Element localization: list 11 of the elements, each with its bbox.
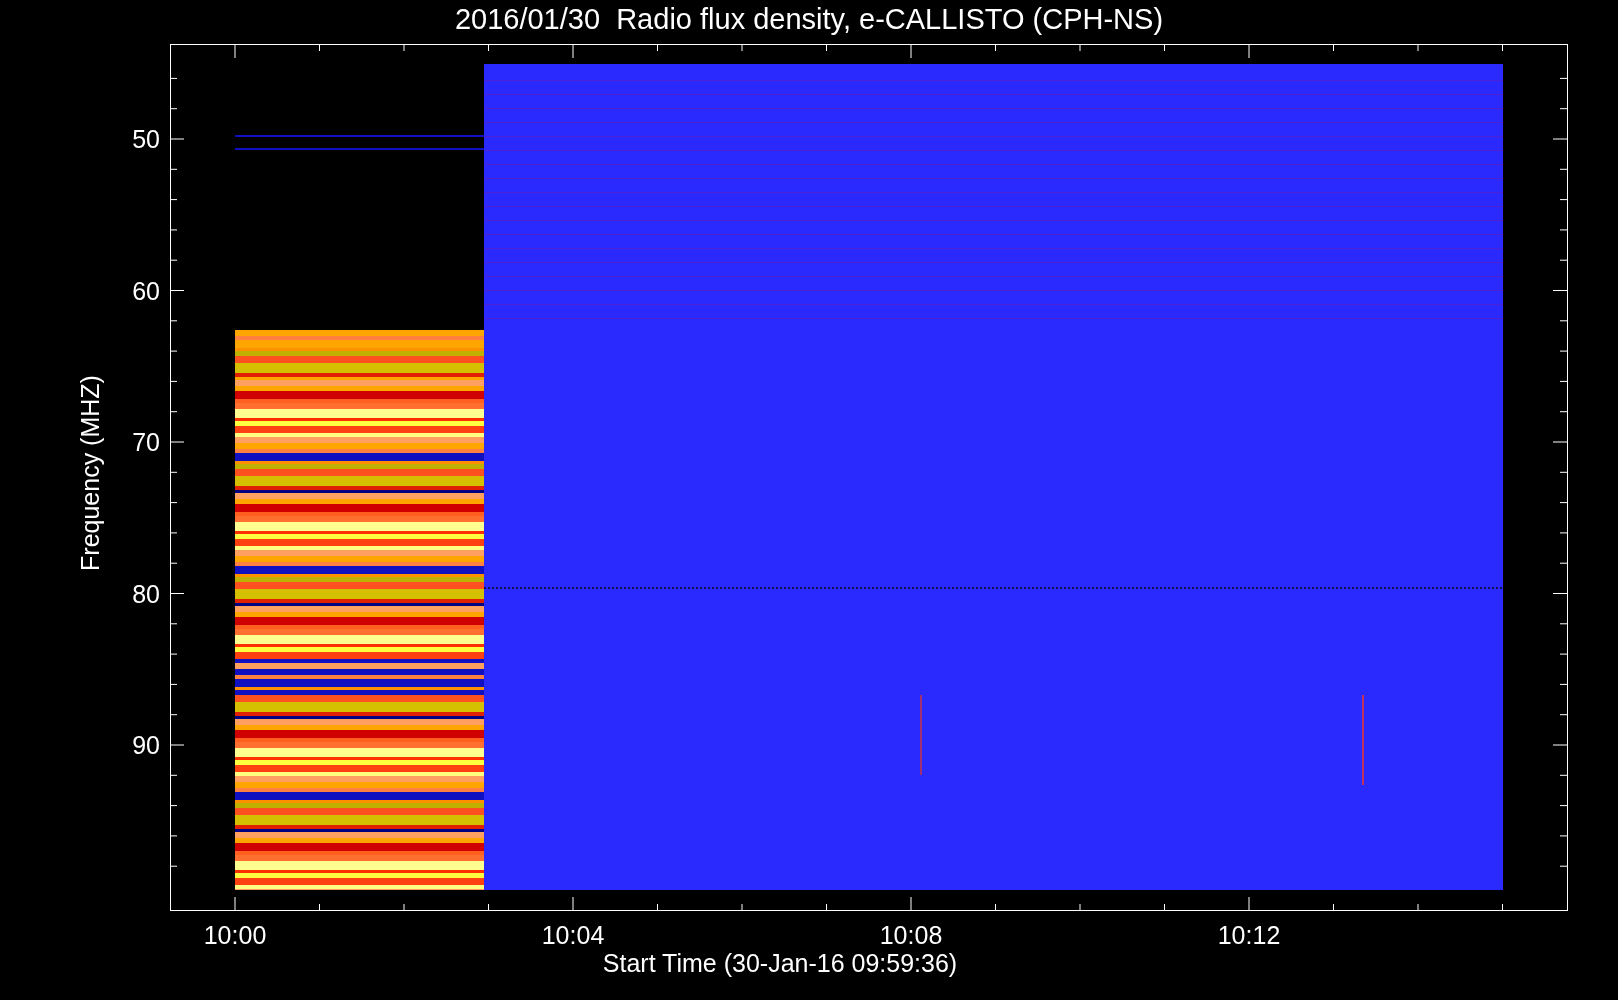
- x-tick-label: 10:08: [878, 920, 944, 950]
- y-tick-label: 60: [131, 275, 160, 306]
- y-tick-label: 80: [131, 578, 160, 609]
- x-tick-label: 10:12: [1216, 920, 1282, 950]
- x-tick-label: 10:04: [540, 920, 606, 950]
- chart-title: 2016/01/30 Radio flux density, e-CALLISTO (CPH-NS): [453, 2, 1165, 37]
- x-axis-label: Start Time (30-Jan-16 09:59:36): [601, 948, 959, 978]
- y-tick-label: 50: [131, 124, 160, 154]
- y-tick-label: 90: [131, 730, 160, 760]
- x-tick-label: 10:00: [202, 920, 268, 950]
- y-axis-label: Frequency (MHZ): [75, 374, 105, 573]
